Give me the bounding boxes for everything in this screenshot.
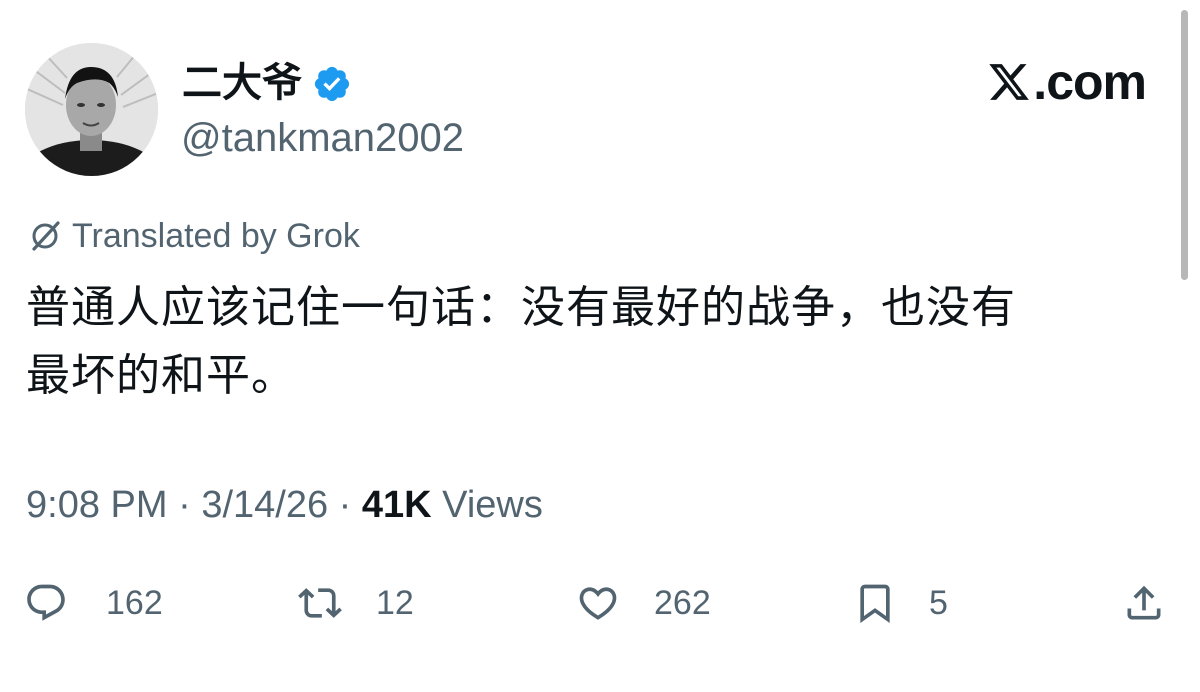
translation-notice[interactable]: Translated by Grok (28, 212, 360, 260)
tweet-meta: 9:08 PM · 3/14/26 · 41K Views (26, 478, 543, 532)
like-count: 262 (654, 583, 711, 622)
user-handle[interactable]: @tankman2002 (181, 113, 464, 163)
repost-icon (298, 588, 342, 618)
avatar[interactable] (25, 43, 158, 176)
repost-button[interactable]: 12 (298, 573, 414, 633)
tweet-time[interactable]: 9:08 PM (26, 484, 168, 527)
share-icon (1127, 585, 1161, 620)
bookmark-count: 5 (929, 583, 948, 622)
heart-icon (579, 587, 617, 620)
views-count: 41K (361, 483, 432, 526)
speech-bubble-icon (27, 584, 65, 621)
reply-button[interactable]: 162 (24, 573, 163, 633)
tweet-text-line: 最坏的和平。 (26, 350, 296, 401)
bookmark-button[interactable]: 5 (853, 573, 948, 633)
meta-separator: · (167, 483, 202, 526)
grok-icon (32, 221, 60, 251)
like-button[interactable]: 262 (576, 573, 711, 633)
bookmark-icon (860, 584, 890, 624)
x-logo-icon (989, 64, 1030, 100)
verified-badge-icon (312, 64, 352, 104)
tweet-text-line: 普通人应该记住一句话：没有最好的战争，也没有 (26, 282, 1016, 333)
avatar-image (25, 43, 158, 176)
x-brand-logo: .com (987, 52, 1147, 112)
tweet-date[interactable]: 3/14/26 (201, 484, 328, 527)
views-label: Views (431, 483, 543, 526)
scrollbar[interactable] (1181, 10, 1188, 280)
display-name-row[interactable]: 二大爷 (182, 58, 352, 108)
meta-separator: · (328, 483, 362, 526)
tweet-text: 普通人应该记住一句话：没有最好的战争，也没有 最坏的和平。 (26, 274, 1146, 410)
translation-label: Translated by Grok (72, 216, 360, 255)
repost-count: 12 (376, 583, 414, 622)
brand-domain-text: .com (1033, 54, 1147, 110)
tweet-card: 二大爷 @tankman2002 .com Translated by Grok… (0, 0, 1200, 692)
share-button[interactable] (1122, 573, 1166, 633)
reply-count: 162 (106, 583, 163, 622)
display-name[interactable]: 二大爷 (182, 58, 302, 108)
